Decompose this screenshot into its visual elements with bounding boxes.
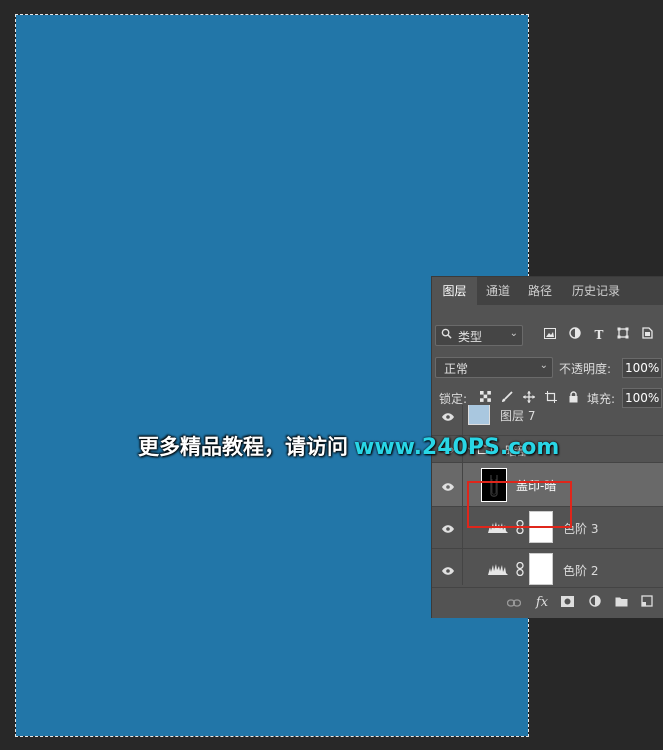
text-filter-icon[interactable]: T xyxy=(591,327,607,343)
layer-separator xyxy=(462,507,463,548)
lock-position-icon[interactable] xyxy=(522,391,536,405)
new-group-icon[interactable] xyxy=(613,595,629,611)
layer-thumbnail xyxy=(468,405,490,425)
lock-all-icon[interactable] xyxy=(566,391,580,405)
layers-bottom-toolbar: fx xyxy=(432,587,663,618)
layer-separator xyxy=(462,463,463,506)
link-layers-icon[interactable] xyxy=(506,595,522,611)
lock-artboard-icon[interactable] xyxy=(544,391,558,405)
eye-icon[interactable] xyxy=(440,565,456,578)
new-adjustment-layer-icon[interactable] xyxy=(587,595,603,611)
opacity-input[interactable]: 100% xyxy=(622,358,662,378)
layer-row[interactable]: 色阶 2 xyxy=(432,548,663,585)
layer-name[interactable]: 色阶 2 xyxy=(563,562,598,579)
search-icon xyxy=(441,328,452,342)
chevron-down-icon: ⌄ xyxy=(539,360,548,371)
shape-filter-icon[interactable] xyxy=(615,327,631,343)
adjustment-filter-icon[interactable] xyxy=(567,327,583,343)
eye-icon[interactable] xyxy=(440,481,456,494)
link-icon[interactable] xyxy=(516,561,524,579)
watermark-chinese: 更多精品教程，请访问 xyxy=(138,435,348,459)
image-filter-icon[interactable] xyxy=(542,327,558,343)
blend-row: 正常 ⌄ 不透明度: 100% xyxy=(432,356,663,380)
opacity-label: 不透明度: xyxy=(559,362,612,376)
add-mask-icon[interactable] xyxy=(559,595,575,611)
lock-transparent-icon[interactable] xyxy=(478,391,492,405)
eye-icon[interactable] xyxy=(440,523,456,536)
watermark-text: 更多精品教程，请访问 www.240PS.com xyxy=(138,431,559,463)
panel-tabs: 图层 通道 路径 历史记录 xyxy=(432,277,663,305)
filter-type-select[interactable]: 类型 ⌄ xyxy=(435,325,523,346)
eye-icon[interactable] xyxy=(440,411,456,424)
watermark-url: www.240PS.com xyxy=(354,435,560,460)
levels-adjustment-icon xyxy=(488,563,508,578)
chevron-down-icon: ⌄ xyxy=(509,328,518,339)
blend-mode-value: 正常 xyxy=(444,362,469,376)
layer-mask-thumbnail[interactable] xyxy=(529,553,553,585)
layer-name[interactable]: 图层 7 xyxy=(500,407,535,424)
tab-paths[interactable]: 路径 xyxy=(519,277,561,305)
lock-paint-icon[interactable] xyxy=(500,391,514,405)
filter-type-label: 类型 xyxy=(458,330,483,344)
blend-mode-select[interactable]: 正常 ⌄ xyxy=(435,357,553,378)
tab-layers[interactable]: 图层 xyxy=(432,277,477,305)
red-highlight-box xyxy=(467,481,572,528)
layer-filter-row: 类型 ⌄ T xyxy=(432,323,663,347)
tab-channels[interactable]: 通道 xyxy=(477,277,519,305)
fx-icon[interactable]: fx xyxy=(534,595,550,611)
layer-separator xyxy=(462,549,463,585)
new-layer-icon[interactable] xyxy=(639,595,655,611)
smart-object-filter-icon[interactable] xyxy=(639,327,655,343)
tab-history[interactable]: 历史记录 xyxy=(561,277,631,305)
